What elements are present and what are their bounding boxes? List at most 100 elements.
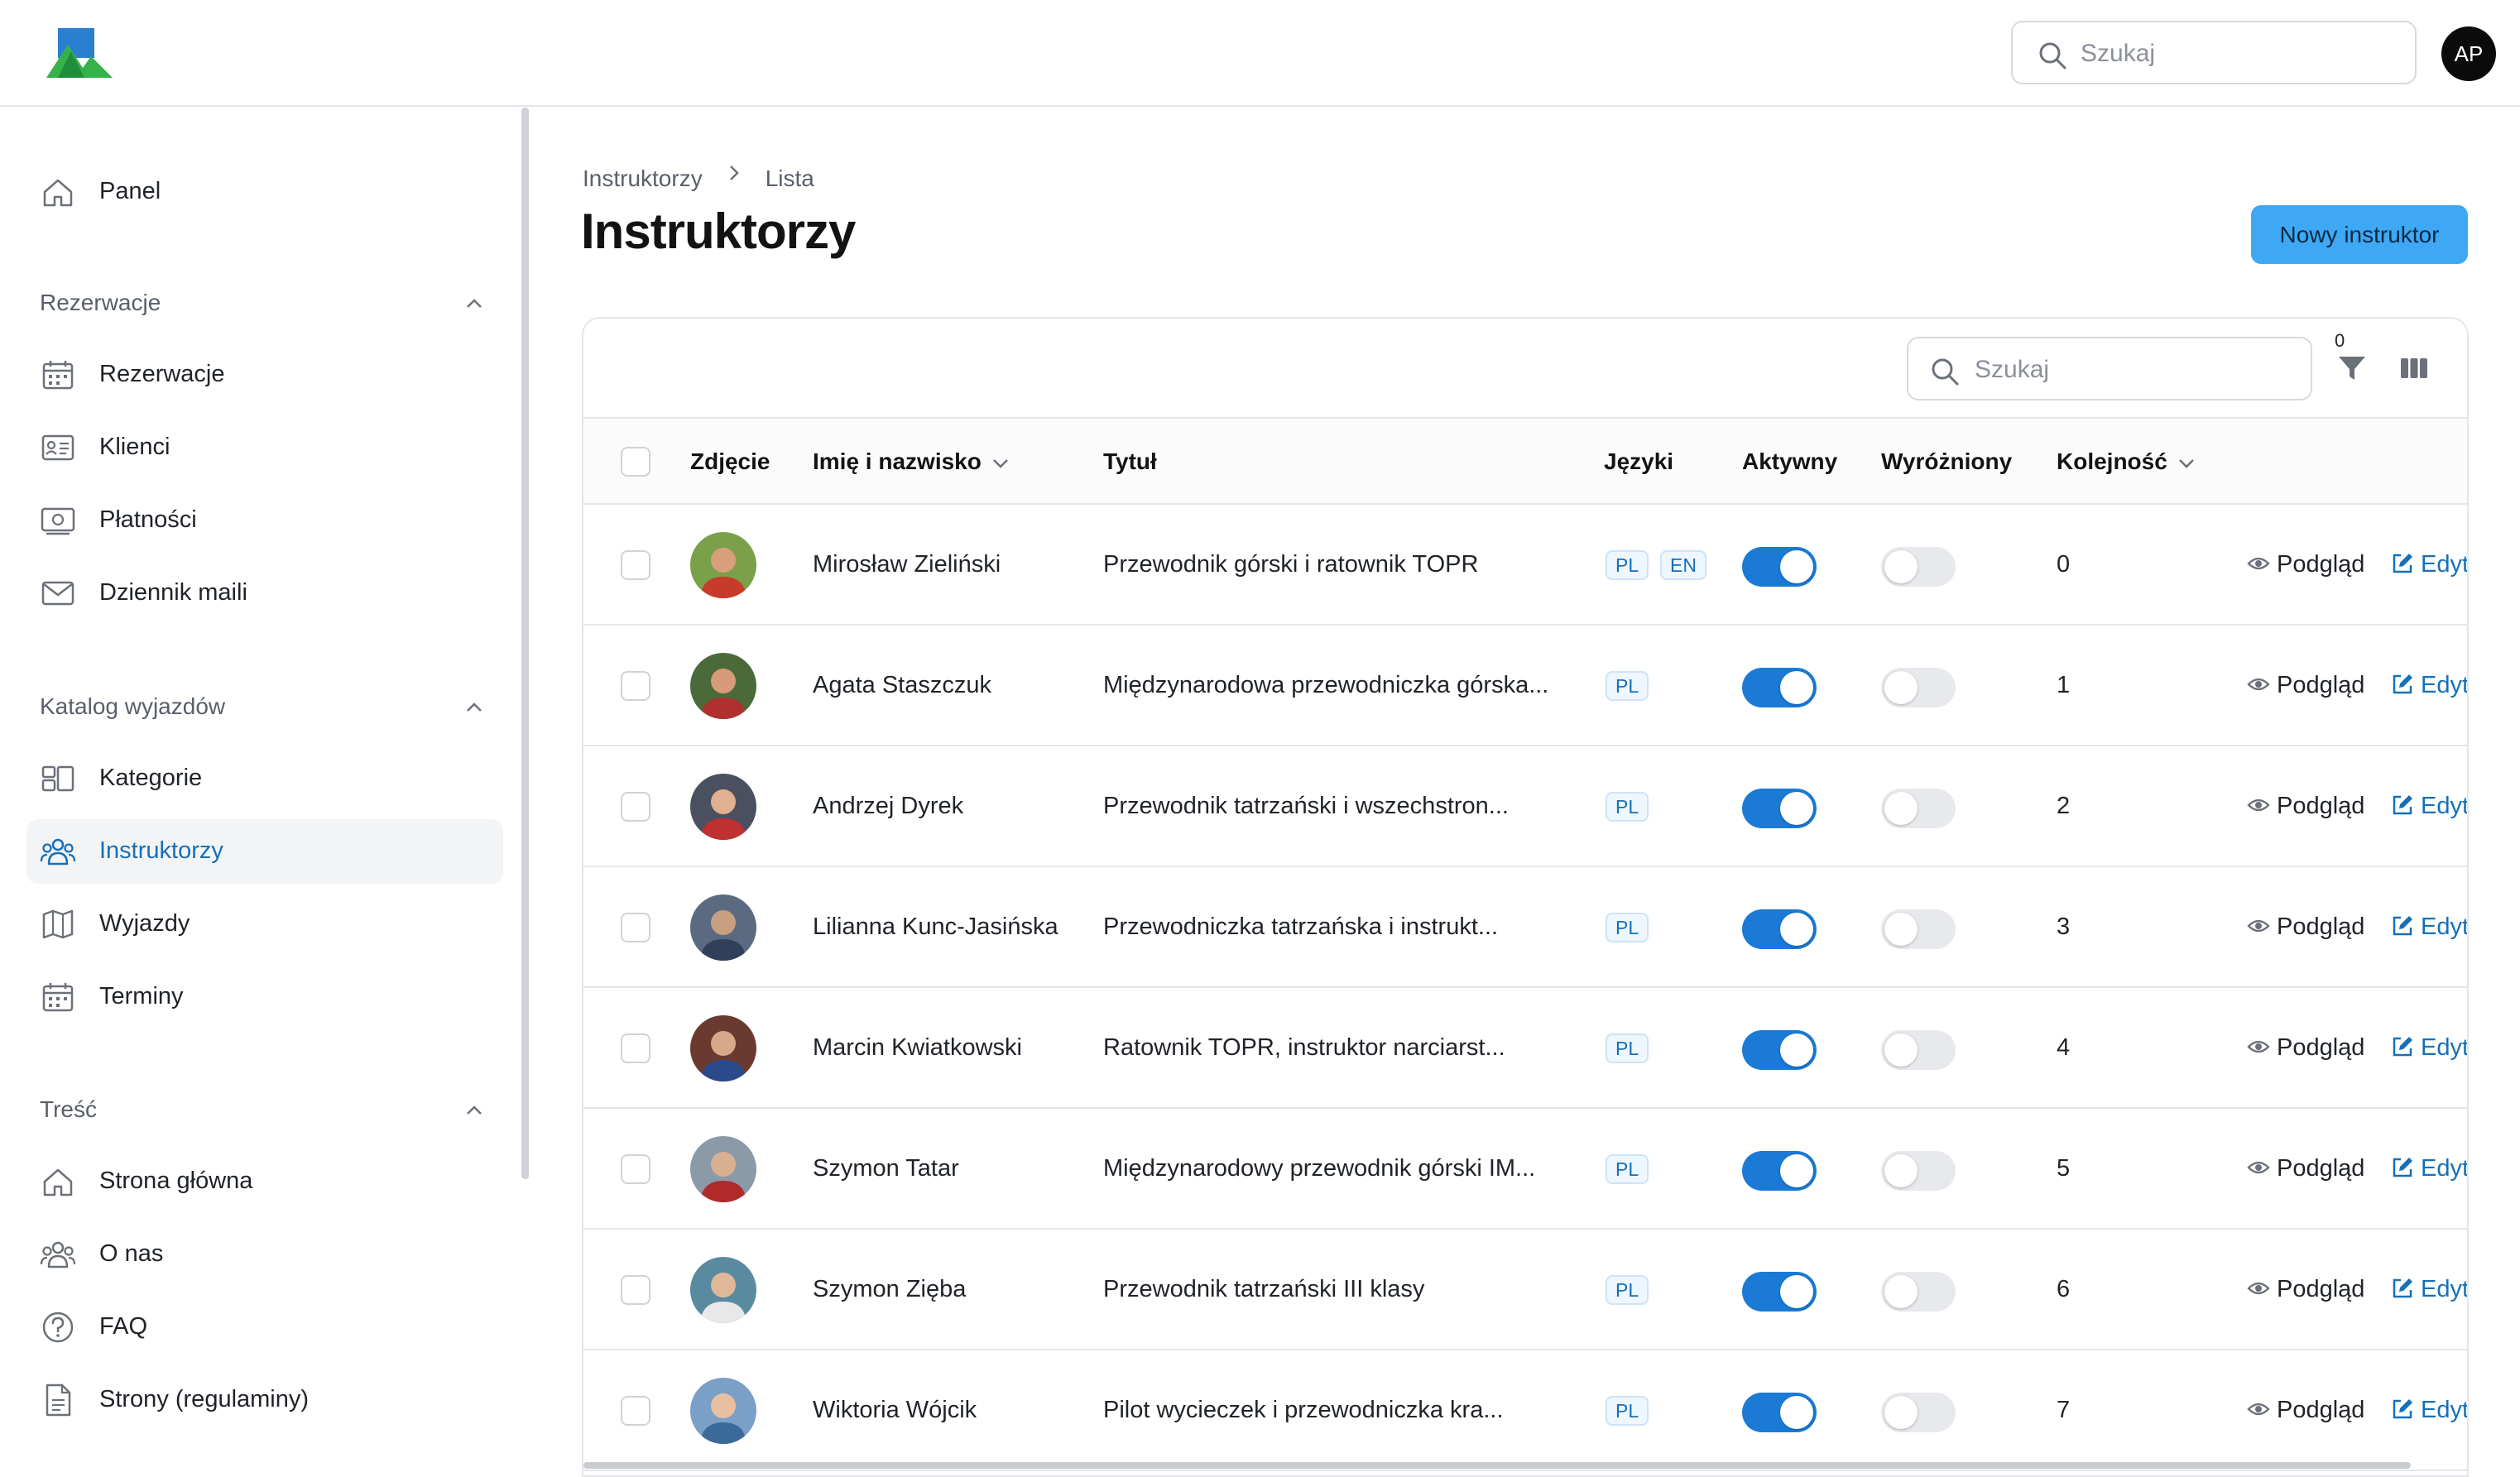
- featured-toggle[interactable]: [1881, 1393, 1956, 1432]
- edit-label: Edyt: [2421, 914, 2469, 940]
- eye-icon: [2247, 798, 2270, 812]
- row-checkbox[interactable]: [621, 1275, 650, 1305]
- select-all-checkbox[interactable]: [621, 447, 650, 477]
- sidebar-item-rezerwacje[interactable]: Rezerwacje: [26, 343, 503, 407]
- toggle-knob: [1780, 1033, 1813, 1067]
- preview-action[interactable]: Podgląd: [2247, 1397, 2364, 1424]
- edit-action[interactable]: Edyt: [2391, 793, 2467, 820]
- featured-toggle[interactable]: [1881, 1272, 1956, 1312]
- preview-action[interactable]: Podgląd: [2247, 1034, 2364, 1062]
- sidebar-item-label: Kategorie: [99, 765, 203, 791]
- active-toggle[interactable]: [1742, 1151, 1817, 1191]
- table-search-input[interactable]: Szukaj: [1907, 337, 2312, 400]
- featured-toggle[interactable]: [1881, 1151, 1956, 1191]
- sidebar-item-faq[interactable]: FAQ: [26, 1295, 503, 1360]
- edit-action[interactable]: Edyt: [2391, 672, 2469, 699]
- chevron-right-icon: [729, 165, 739, 180]
- sidebar-item-o-nas[interactable]: O nas: [26, 1222, 503, 1287]
- edit-label: Edyt: [2421, 1034, 2469, 1061]
- sidebar-item-strony-regulaminy[interactable]: Strony (regulaminy): [26, 1368, 503, 1432]
- row-checkbox[interactable]: [621, 913, 650, 942]
- active-toggle[interactable]: [1742, 789, 1817, 828]
- row-checkbox[interactable]: [621, 1033, 650, 1063]
- banknote-icon: [41, 507, 75, 535]
- filter-icon[interactable]: [2335, 352, 2369, 385]
- sidebar-item-label: Wyjazdy: [99, 910, 190, 937]
- column-header-order-label: Kolejność: [2057, 448, 2167, 474]
- row-checkbox[interactable]: [621, 1154, 650, 1184]
- sidebar-group-rezerwacje[interactable]: Rezerwacje: [40, 290, 161, 316]
- sidebar-item-panel[interactable]: Panel: [26, 160, 503, 224]
- featured-toggle[interactable]: [1881, 547, 1956, 587]
- column-header-name-label: Imię i nazwisko: [813, 448, 982, 474]
- chevron-up-icon[interactable]: [462, 291, 487, 316]
- toggle-knob: [1780, 550, 1813, 583]
- active-toggle[interactable]: [1742, 909, 1817, 949]
- sidebar-item-dziennik-maili[interactable]: Dziennik maili: [26, 561, 503, 626]
- preview-action[interactable]: Podgląd: [2247, 914, 2364, 941]
- column-header-name[interactable]: Imię i nazwisko: [813, 448, 1011, 475]
- sidebar-item-label: Klienci: [99, 434, 170, 460]
- sidebar-item-instruktorzy[interactable]: Instruktorzy: [26, 819, 503, 884]
- sidebar-item-terminy[interactable]: Terminy: [26, 965, 503, 1029]
- order-value: 5: [2057, 1155, 2071, 1182]
- instructor-name: Lilianna Kunc-Jasińska: [813, 914, 1058, 940]
- chevron-up-icon[interactable]: [462, 1098, 487, 1123]
- edit-action[interactable]: Edyt: [2391, 551, 2467, 578]
- sidebar-scrollbar[interactable]: [521, 108, 529, 1179]
- sidebar-item-kategorie[interactable]: Kategorie: [26, 746, 503, 811]
- user-avatar[interactable]: AP: [2441, 26, 2496, 81]
- preview-action[interactable]: Podgląd: [2247, 672, 2364, 699]
- featured-toggle[interactable]: [1881, 1030, 1956, 1070]
- toggle-knob: [1884, 1275, 1918, 1308]
- edit-label: Edyt: [2421, 672, 2469, 698]
- columns-icon[interactable]: [2398, 352, 2431, 385]
- table-row: Andrzej Dyrek Przewodnik tatrzański i wsz…: [583, 746, 2467, 867]
- row-checkbox[interactable]: [621, 792, 650, 822]
- sidebar-group-katalog-wyjazdow[interactable]: Katalog wyjazdów: [40, 693, 225, 720]
- preview-action[interactable]: Podgląd: [2247, 551, 2364, 578]
- logo-icon[interactable]: [46, 26, 113, 79]
- edit-action[interactable]: Edyt: [2391, 1155, 2469, 1182]
- new-instructor-button[interactable]: Nowy instruktor: [2251, 205, 2468, 264]
- sidebar-item-wyjazdy[interactable]: Wyjazdy: [26, 892, 503, 957]
- active-toggle[interactable]: [1742, 668, 1817, 707]
- preview-action[interactable]: Podgląd: [2247, 793, 2364, 820]
- featured-toggle[interactable]: [1881, 909, 1956, 949]
- instructor-photo: [690, 1015, 756, 1081]
- edit-action[interactable]: Edyt: [2391, 914, 2469, 941]
- edit-label: Edyt: [2421, 1155, 2469, 1182]
- sidebar-item-platnosci[interactable]: Płatności: [26, 488, 503, 553]
- chevron-down-icon: [992, 458, 1008, 468]
- featured-toggle[interactable]: [1881, 668, 1956, 707]
- instructor-name: Agata Staszczuk: [813, 672, 991, 698]
- active-toggle[interactable]: [1742, 1030, 1817, 1070]
- grid-icon: [41, 765, 74, 792]
- row-checkbox[interactable]: [621, 1396, 650, 1426]
- active-toggle[interactable]: [1742, 1393, 1817, 1432]
- row-checkbox[interactable]: [621, 671, 650, 701]
- global-search-input[interactable]: Szukaj: [2011, 21, 2417, 84]
- active-toggle[interactable]: [1742, 1272, 1817, 1312]
- sidebar-item-strona-glowna[interactable]: Strona główna: [26, 1149, 503, 1214]
- sidebar-item-klienci[interactable]: Klienci: [26, 415, 503, 480]
- breadcrumb-current: Lista: [765, 165, 814, 191]
- breadcrumb-link-instruktorzy[interactable]: Instruktorzy: [583, 165, 703, 192]
- preview-action[interactable]: Podgląd: [2247, 1155, 2364, 1182]
- chevron-up-icon[interactable]: [462, 695, 487, 720]
- featured-toggle[interactable]: [1881, 789, 1956, 828]
- order-value: 7: [2057, 1397, 2071, 1423]
- edit-action[interactable]: Edyt: [2391, 1034, 2469, 1062]
- column-header-languages: Języki: [1604, 448, 1674, 474]
- horizontal-scrollbar[interactable]: [583, 1462, 2411, 1469]
- row-checkbox[interactable]: [621, 550, 650, 580]
- column-header-order[interactable]: Kolejność: [2057, 448, 2197, 475]
- edit-action[interactable]: Edyt: [2391, 1276, 2467, 1303]
- instructor-title: Międzynarodowa przewodniczka górska...: [1103, 672, 1549, 698]
- edit-action[interactable]: Edyt: [2391, 1397, 2467, 1424]
- sidebar-group-tresc[interactable]: Treść: [40, 1096, 97, 1123]
- preview-action[interactable]: Podgląd: [2247, 1276, 2364, 1303]
- home-icon: [43, 1168, 73, 1196]
- edit-icon: [2393, 1158, 2412, 1177]
- active-toggle[interactable]: [1742, 547, 1817, 587]
